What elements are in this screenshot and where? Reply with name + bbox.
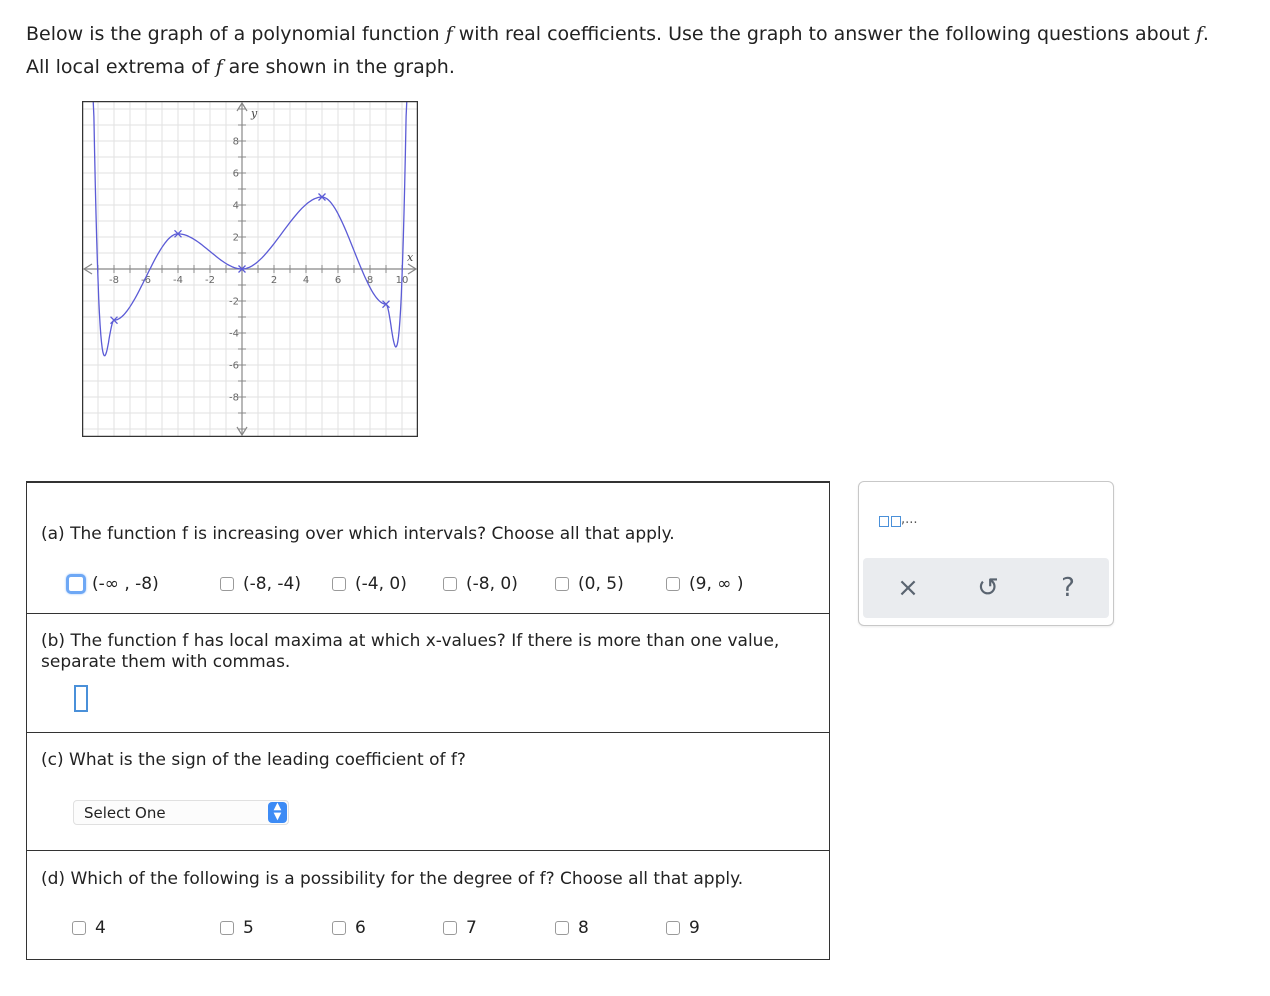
checkbox[interactable]	[332, 921, 346, 935]
question-a: (a) The function f is increasing over wh…	[26, 481, 830, 614]
clear-icon[interactable]: ×	[888, 568, 928, 608]
leading-coefficient-select[interactable]: Select One ▲ ▼	[73, 800, 289, 825]
checkbox[interactable]	[443, 921, 457, 935]
option-a-1[interactable]: (-∞ , -8)	[66, 574, 159, 594]
checkbox[interactable]	[220, 577, 234, 591]
checkbox[interactable]	[332, 577, 346, 591]
polynomial-graph: -8 -6 -4 -2 2 4 6 8 108642-2-4-6-8xy	[82, 101, 418, 437]
tool-bar: × ↺ ?	[863, 558, 1109, 618]
y-tick-label: -4	[229, 329, 239, 340]
checkbox[interactable]	[666, 577, 680, 591]
question-d-text: (d) Which of the following is a possibil…	[41, 869, 744, 889]
x-tick-label: -2	[205, 275, 215, 286]
intro-line-2: All local extrema of f are shown in the …	[26, 56, 455, 78]
answer-tools-panel: ,... × ↺ ?	[858, 481, 1114, 626]
checkbox[interactable]	[220, 921, 234, 935]
option-d-6[interactable]: 9	[666, 918, 700, 938]
option-a-2[interactable]: (-8, -4)	[220, 574, 301, 594]
y-tick-label: -2	[229, 297, 239, 308]
y-tick-label: 2	[233, 233, 239, 244]
y-axis-label: y	[250, 107, 258, 120]
problem-statement: Below is the graph of a polynomial funct…	[26, 18, 1256, 84]
x-tick-label: 6	[335, 275, 341, 286]
option-d-3[interactable]: 6	[332, 918, 366, 938]
option-d-1[interactable]: 4	[72, 918, 106, 938]
y-tick-label: -8	[229, 393, 239, 404]
x-tick-label: 2	[271, 275, 277, 286]
y-tick-label: 8	[233, 137, 239, 148]
option-d-5[interactable]: 8	[555, 918, 589, 938]
y-tick-label: -6	[229, 361, 239, 372]
x-tick-label: -4	[173, 275, 183, 286]
option-d-2[interactable]: 5	[220, 918, 254, 938]
y-tick-label: 6	[233, 169, 239, 180]
option-a-5[interactable]: (0, 5)	[555, 574, 624, 594]
checkbox[interactable]	[666, 921, 680, 935]
option-d-4[interactable]: 7	[443, 918, 477, 938]
option-a-3[interactable]: (-4, 0)	[332, 574, 407, 594]
question-a-text: (a) The function f is increasing over wh…	[41, 524, 675, 544]
question-c-text: (c) What is the sign of the leading coef…	[41, 750, 466, 770]
template-box-icon	[891, 516, 901, 527]
answer-input-local-maxima[interactable]	[74, 685, 88, 712]
question-b: (b) The function f has local maxima at w…	[26, 613, 830, 733]
checkbox[interactable]	[555, 921, 569, 935]
template-box-icon	[879, 516, 889, 527]
x-tick-label: -8	[109, 275, 119, 286]
x-tick-label: 4	[303, 275, 309, 286]
select-chevron-icon: ▲ ▼	[268, 802, 287, 823]
question-b-text: (b) The function f has local maxima at w…	[41, 631, 780, 672]
checkbox[interactable]	[72, 921, 86, 935]
checkbox[interactable]	[443, 577, 457, 591]
help-icon[interactable]: ?	[1048, 568, 1088, 608]
list-template-button[interactable]: ,...	[879, 512, 918, 527]
checkbox-focused[interactable]	[66, 574, 86, 594]
option-a-4[interactable]: (-8, 0)	[443, 574, 518, 594]
option-a-6[interactable]: (9, ∞ )	[666, 574, 743, 594]
x-axis-label: x	[407, 251, 414, 264]
question-d: (d) Which of the following is a possibil…	[26, 850, 830, 960]
question-c: (c) What is the sign of the leading coef…	[26, 732, 830, 851]
y-tick-label: 4	[233, 201, 239, 212]
checkbox[interactable]	[555, 577, 569, 591]
intro-line-1: Below is the graph of a polynomial funct…	[26, 23, 1209, 45]
undo-icon[interactable]: ↺	[968, 568, 1008, 608]
